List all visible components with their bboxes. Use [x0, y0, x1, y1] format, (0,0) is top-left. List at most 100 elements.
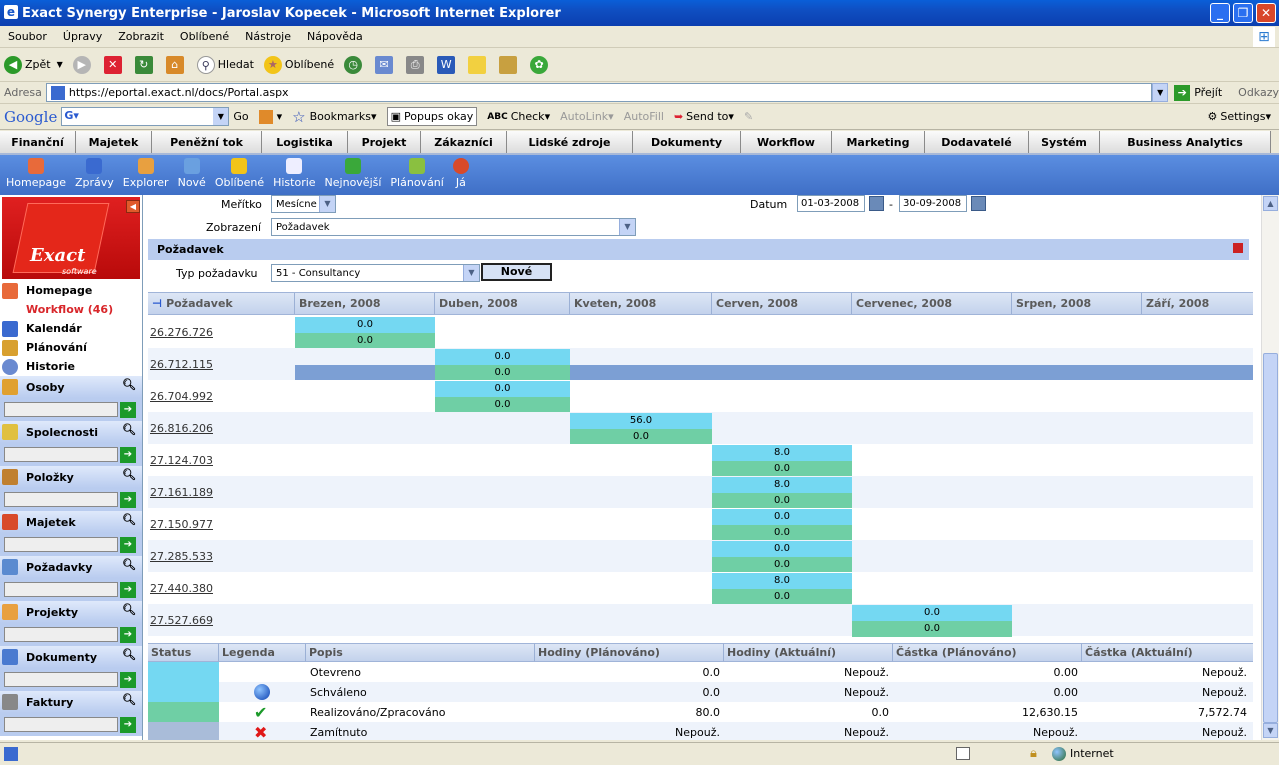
scale-select[interactable]: Mesícne ▼: [271, 195, 336, 213]
faktury-go-button[interactable]: ➔: [120, 716, 136, 733]
nav-majetek[interactable]: Majetek: [76, 131, 152, 153]
search-icon[interactable]: 🔍︎: [122, 423, 138, 439]
request-id-link[interactable]: 27.150.977: [150, 518, 213, 531]
table-row[interactable]: 26.712.115 0.0 0.0: [148, 348, 1253, 381]
actual-bar[interactable]: 0.0: [712, 589, 852, 605]
request-id-link[interactable]: 26.816.206: [150, 422, 213, 435]
quick-explorer[interactable]: Explorer: [123, 155, 169, 195]
request-id-link[interactable]: 27.161.189: [150, 486, 213, 499]
table-row[interactable]: 26.816.206 56.0 0.0: [148, 412, 1253, 445]
highlight-button[interactable]: ✎: [744, 110, 753, 123]
close-button[interactable]: ✕: [1256, 3, 1276, 23]
nav-logistika[interactable]: Logistika: [262, 131, 348, 153]
request-id-link[interactable]: 26.704.992: [150, 390, 213, 403]
view-select[interactable]: Požadavek ▼: [271, 218, 636, 236]
quick-ja[interactable]: Já: [452, 155, 469, 195]
nav-business-analytics[interactable]: Business Analytics: [1100, 131, 1271, 153]
calendar-icon[interactable]: [869, 196, 884, 211]
nav-workflow[interactable]: Workflow: [741, 131, 832, 153]
pozadavky-search-input[interactable]: [4, 582, 118, 597]
menu-oblibene[interactable]: Oblíbené: [172, 30, 237, 43]
polozky-go-button[interactable]: ➔: [120, 491, 136, 508]
nav-marketing[interactable]: Marketing: [832, 131, 925, 153]
planned-bar[interactable]: 0.0: [852, 605, 1012, 621]
sidebar-item-planovani[interactable]: Plánování: [2, 338, 142, 357]
research-button[interactable]: [499, 55, 520, 74]
nav-penezni-tok[interactable]: Peněžní tok: [152, 131, 262, 153]
request-id-link[interactable]: 26.276.726: [150, 326, 213, 339]
search-icon[interactable]: 🔍︎: [122, 648, 138, 664]
osoby-go-button[interactable]: ➔: [120, 401, 136, 418]
menu-upravy[interactable]: Úpravy: [55, 30, 110, 43]
search-icon[interactable]: 🔍︎: [122, 558, 138, 574]
collapse-sidebar-button[interactable]: ◀: [126, 200, 140, 213]
nav-dodavatele[interactable]: Dodavatelé: [925, 131, 1029, 153]
planned-bar[interactable]: 8.0: [712, 573, 852, 589]
quick-historie[interactable]: Historie: [273, 155, 316, 195]
planned-bar[interactable]: 0.0: [435, 381, 570, 397]
address-input[interactable]: https://eportal.exact.nl/docs/Portal.asp…: [45, 83, 1153, 102]
menu-nastroje[interactable]: Nástroje: [237, 30, 299, 43]
faktury-search-input[interactable]: [4, 717, 118, 732]
google-settings-button[interactable]: ⚙ Settings ▾: [1207, 110, 1271, 123]
column-kveten[interactable]: Kveten, 2008: [570, 293, 712, 314]
bookmarks-button[interactable]: ☆ Bookmarks ▾: [292, 108, 376, 126]
scroll-up-button[interactable]: ▲: [1263, 196, 1278, 211]
column-zari[interactable]: Září, 2008: [1142, 293, 1253, 314]
nav-system[interactable]: Systém: [1029, 131, 1100, 153]
actual-bar[interactable]: 0.0: [712, 557, 852, 573]
column-duben[interactable]: Duben, 2008: [435, 293, 570, 314]
request-id-link[interactable]: 27.440.380: [150, 582, 213, 595]
pozadavky-go-button[interactable]: ➔: [120, 581, 136, 598]
search-icon[interactable]: 🔍︎: [122, 513, 138, 529]
projekty-go-button[interactable]: ➔: [120, 626, 136, 643]
planned-bar[interactable]: 0.0: [295, 317, 435, 333]
stop-button[interactable]: ✕: [103, 55, 125, 74]
quick-homepage[interactable]: Homepage: [6, 155, 66, 195]
polozky-search-input[interactable]: [4, 492, 118, 507]
menu-zobrazit[interactable]: Zobrazit: [110, 30, 172, 43]
maximize-button[interactable]: ❐: [1233, 3, 1253, 23]
autolink-button[interactable]: AutoLink ▾: [560, 110, 614, 123]
sendto-button[interactable]: ➥ Send to ▾: [674, 110, 734, 123]
planned-bar[interactable]: 0.0: [712, 541, 852, 557]
messenger-button[interactable]: ✿: [530, 55, 551, 74]
spolecnosti-search-input[interactable]: [4, 447, 118, 462]
actual-bar[interactable]: 0.0: [712, 525, 852, 541]
dokumenty-go-button[interactable]: ➔: [120, 671, 136, 688]
request-id-link[interactable]: 26.712.115: [150, 358, 213, 371]
address-dropdown-button[interactable]: ▼: [1152, 83, 1169, 102]
majetek-go-button[interactable]: ➔: [120, 536, 136, 553]
google-tools-button[interactable]: ▾: [258, 109, 282, 124]
planned-bar[interactable]: 8.0: [712, 477, 852, 493]
history-button[interactable]: ◷: [344, 55, 365, 74]
table-row[interactable]: 27.150.977 0.0 0.0: [148, 508, 1253, 541]
sidebar-item-historie[interactable]: Historie: [2, 357, 142, 376]
print-button[interactable]: ⎙: [406, 55, 427, 74]
notes-button[interactable]: [468, 55, 489, 74]
search-icon[interactable]: 🔍︎: [122, 378, 138, 394]
quick-planovani[interactable]: Plánování: [390, 155, 444, 195]
majetek-search-input[interactable]: [4, 537, 118, 552]
quick-nove[interactable]: Nové: [178, 155, 206, 195]
quick-nejnovejsi[interactable]: Nejnovější: [325, 155, 381, 195]
column-srpen[interactable]: Srpen, 2008: [1012, 293, 1142, 314]
search-icon[interactable]: 🔍︎: [122, 468, 138, 484]
search-button[interactable]: ⚲ Hledat: [196, 55, 254, 74]
back-button[interactable]: ◀ Zpět ▼: [4, 55, 63, 74]
quick-oblibene[interactable]: Oblíbené: [215, 155, 264, 195]
table-row[interactable]: 27.161.189 8.0 0.0: [148, 476, 1253, 509]
spellcheck-button[interactable]: ABC Check ▾: [487, 110, 550, 123]
actual-bar[interactable]: 0.0: [435, 365, 570, 381]
table-row[interactable]: 27.124.703 8.0 0.0: [148, 444, 1253, 477]
calendar-icon[interactable]: [971, 196, 986, 211]
table-row[interactable]: 26.276.726 0.0 0.0: [148, 316, 1253, 349]
sidebar-item-kalendar[interactable]: Kalendár: [2, 319, 142, 338]
autofill-button[interactable]: AutoFill: [624, 110, 664, 123]
links-button[interactable]: Odkazy: [1238, 86, 1279, 99]
actual-bar[interactable]: 0.0: [712, 461, 852, 477]
table-row[interactable]: 27.285.533 0.0 0.0: [148, 540, 1253, 573]
refresh-button[interactable]: ↻: [134, 55, 156, 74]
nav-financni[interactable]: Finanční: [0, 131, 76, 153]
popups-button[interactable]: ▣ Popups okay: [386, 107, 478, 126]
